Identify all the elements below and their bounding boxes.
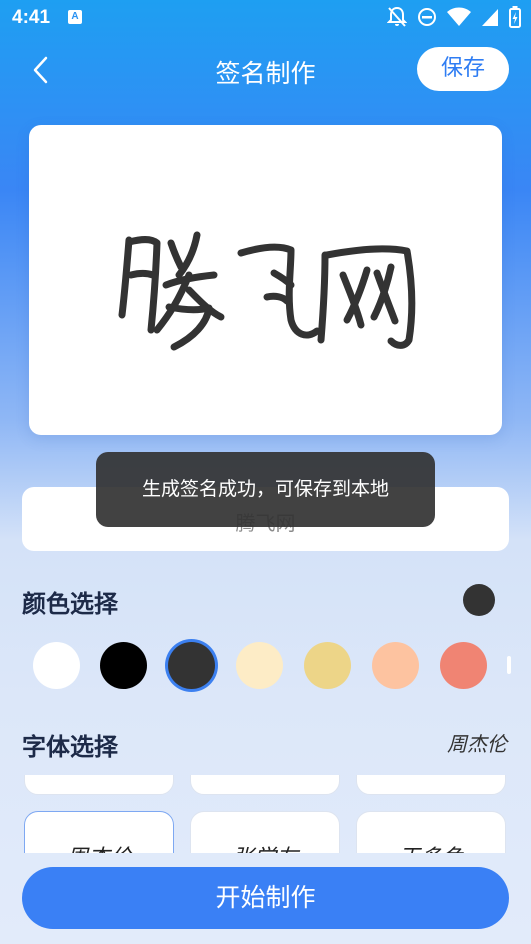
color-section-title: 颜色选择 <box>22 590 118 618</box>
notification-app-icon: A <box>68 10 82 24</box>
start-making-button[interactable]: 开始制作 <box>22 867 509 929</box>
signature-image <box>118 231 416 351</box>
color-swatch[interactable] <box>440 642 487 689</box>
notifications-off-icon <box>387 6 407 27</box>
font-option-card[interactable] <box>356 775 506 795</box>
font-option-label: 王多鱼 <box>357 840 505 853</box>
color-swatch[interactable] <box>168 642 215 689</box>
font-option-grid: 周杰伦 张学友 王多鱼 <box>0 775 531 853</box>
font-option-label: 张学友 <box>191 840 339 853</box>
color-swatch[interactable] <box>33 642 80 689</box>
status-bar: 4:41 A <box>0 0 531 36</box>
signal-icon <box>482 9 498 26</box>
battery-icon <box>509 6 521 28</box>
save-button[interactable]: 保存 <box>417 47 509 91</box>
current-font-preview: 周杰伦 <box>447 732 507 756</box>
success-toast: 生成签名成功，可保存到本地 <box>96 452 435 527</box>
color-swatch[interactable] <box>100 642 147 689</box>
font-section-title: 字体选择 <box>22 733 118 761</box>
color-swatch[interactable] <box>372 642 419 689</box>
do-not-disturb-icon <box>418 8 436 26</box>
font-option-card[interactable] <box>190 775 340 795</box>
signature-canvas <box>29 125 502 435</box>
font-option-wangduoyu[interactable]: 王多鱼 <box>356 811 506 853</box>
color-swatch[interactable] <box>236 642 283 689</box>
wifi-icon <box>447 7 471 26</box>
color-swatch-list <box>33 642 531 690</box>
status-icons <box>387 6 521 28</box>
status-time: 4:41 <box>12 7 51 28</box>
font-option-zhangxueyou[interactable]: 张学友 <box>190 811 340 853</box>
color-swatch[interactable] <box>304 642 351 689</box>
font-option-label: 周杰伦 <box>25 840 173 853</box>
color-swatch-overflow <box>507 656 511 674</box>
font-option-zhoujielun[interactable]: 周杰伦 <box>24 811 174 853</box>
current-color-indicator <box>463 584 495 616</box>
font-option-card[interactable] <box>24 775 174 795</box>
